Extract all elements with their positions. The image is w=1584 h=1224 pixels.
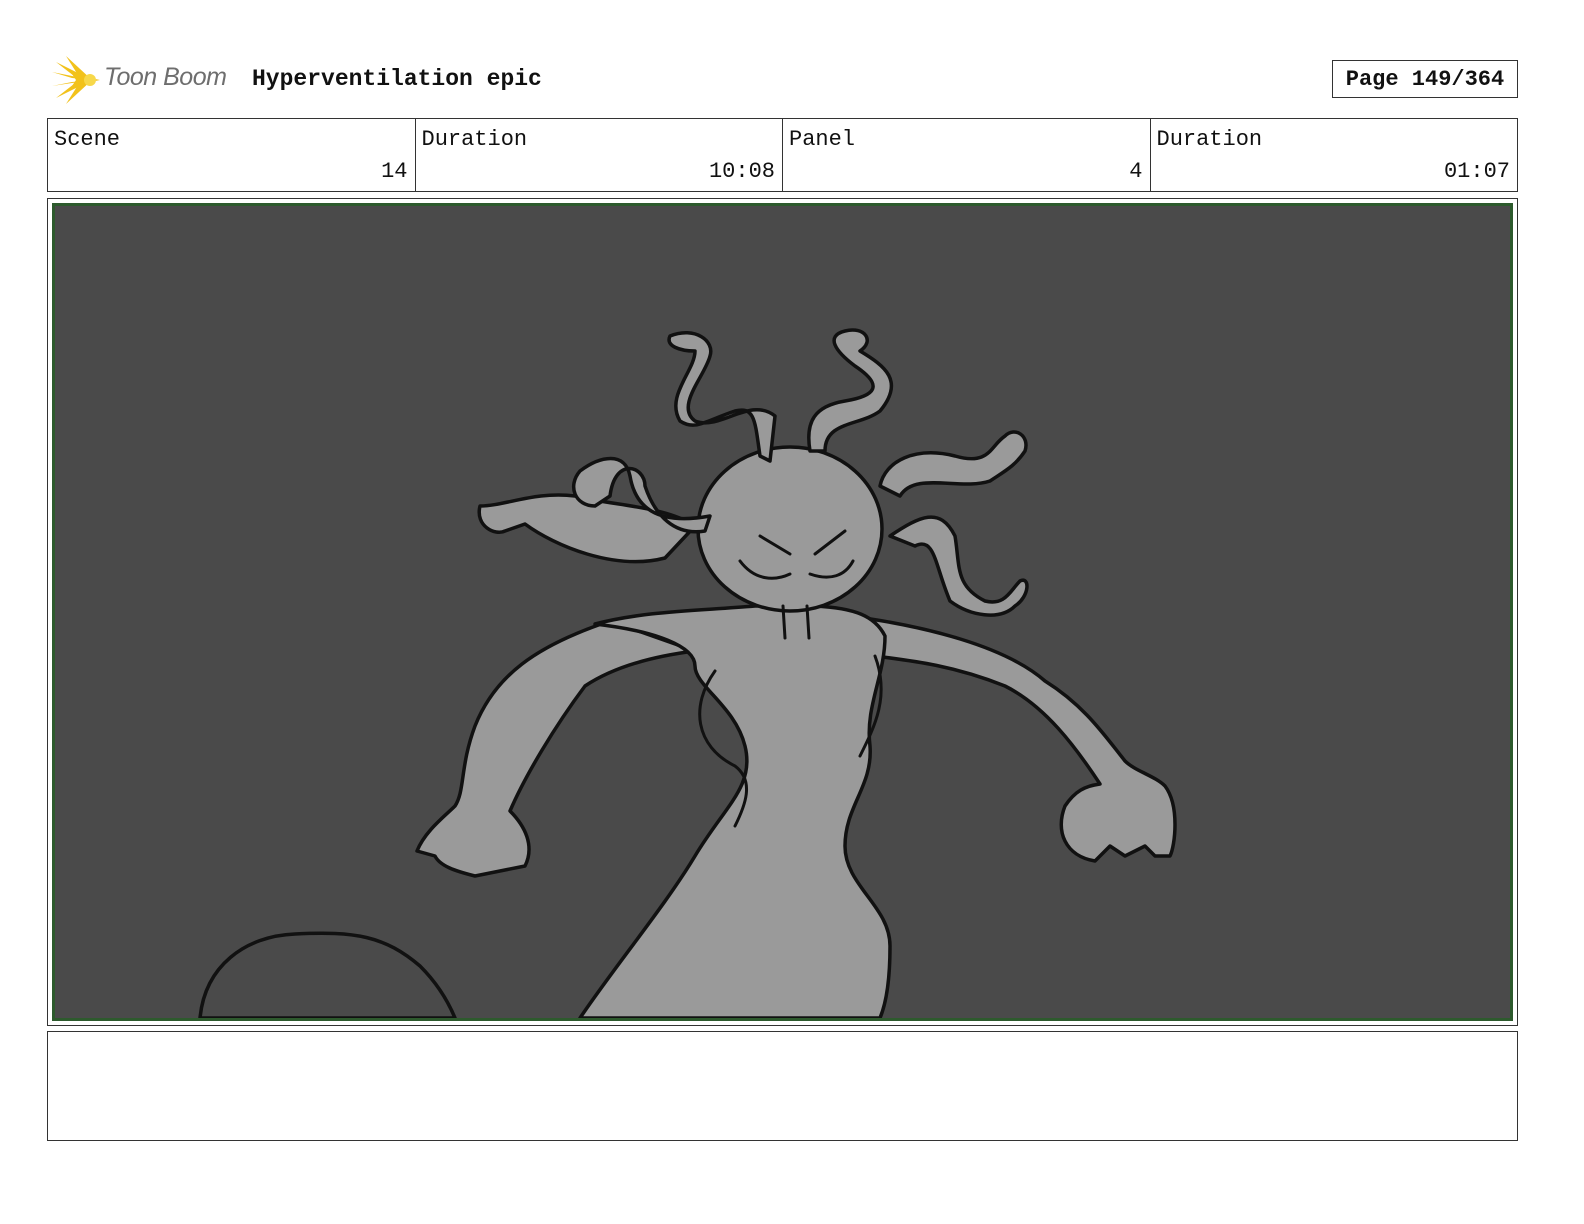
panel-label: Panel bbox=[789, 127, 856, 152]
neck-line-right bbox=[805, 604, 811, 640]
panel-notes-box bbox=[47, 1031, 1518, 1141]
page-number-box: Page 149/364 bbox=[1332, 60, 1518, 98]
panel-duration-value: 01:07 bbox=[1443, 159, 1510, 184]
left-arm bbox=[415, 619, 697, 878]
storyboard-panel-frame bbox=[47, 198, 1518, 1026]
hair-tentacle-4 bbox=[807, 328, 894, 453]
starburst-icon bbox=[52, 56, 100, 104]
page-number: Page 149/364 bbox=[1345, 66, 1505, 92]
project-title: Hyperventilation epic bbox=[252, 66, 542, 92]
page-header: Toon Boom Hyperventilation epic Page 149… bbox=[52, 56, 1518, 104]
scene-duration-value: 10:08 bbox=[708, 159, 775, 184]
hair-tentacle-3 bbox=[667, 331, 777, 463]
scene-duration-label: Duration bbox=[421, 127, 528, 152]
right-arm bbox=[848, 614, 1177, 863]
logo-text: Toon Boom bbox=[104, 63, 227, 91]
toon-boom-logo: Toon Boom bbox=[52, 56, 242, 104]
neck-line-left bbox=[781, 604, 787, 640]
head bbox=[696, 445, 884, 613]
foreground-head bbox=[198, 931, 457, 1018]
panel-duration-cell: Duration 01:07 bbox=[1151, 119, 1518, 191]
scene-label: Scene bbox=[54, 127, 121, 152]
panel-value: 4 bbox=[1129, 159, 1143, 184]
scene-value: 14 bbox=[381, 159, 408, 184]
scene-cell: Scene 14 bbox=[48, 119, 416, 191]
scene-duration-cell: Duration 10:08 bbox=[416, 119, 783, 191]
storyboard-panel-image bbox=[52, 203, 1513, 1021]
hair-tentacle-5 bbox=[878, 430, 1028, 498]
scene-info-table: Scene 14 Duration 10:08 Panel 4 Duration… bbox=[47, 118, 1518, 192]
panel-cell: Panel 4 bbox=[783, 119, 1151, 191]
panel-duration-label: Duration bbox=[1156, 127, 1263, 152]
medusa-sketch bbox=[198, 328, 1177, 1018]
hair-tentacle-6 bbox=[888, 515, 1029, 617]
